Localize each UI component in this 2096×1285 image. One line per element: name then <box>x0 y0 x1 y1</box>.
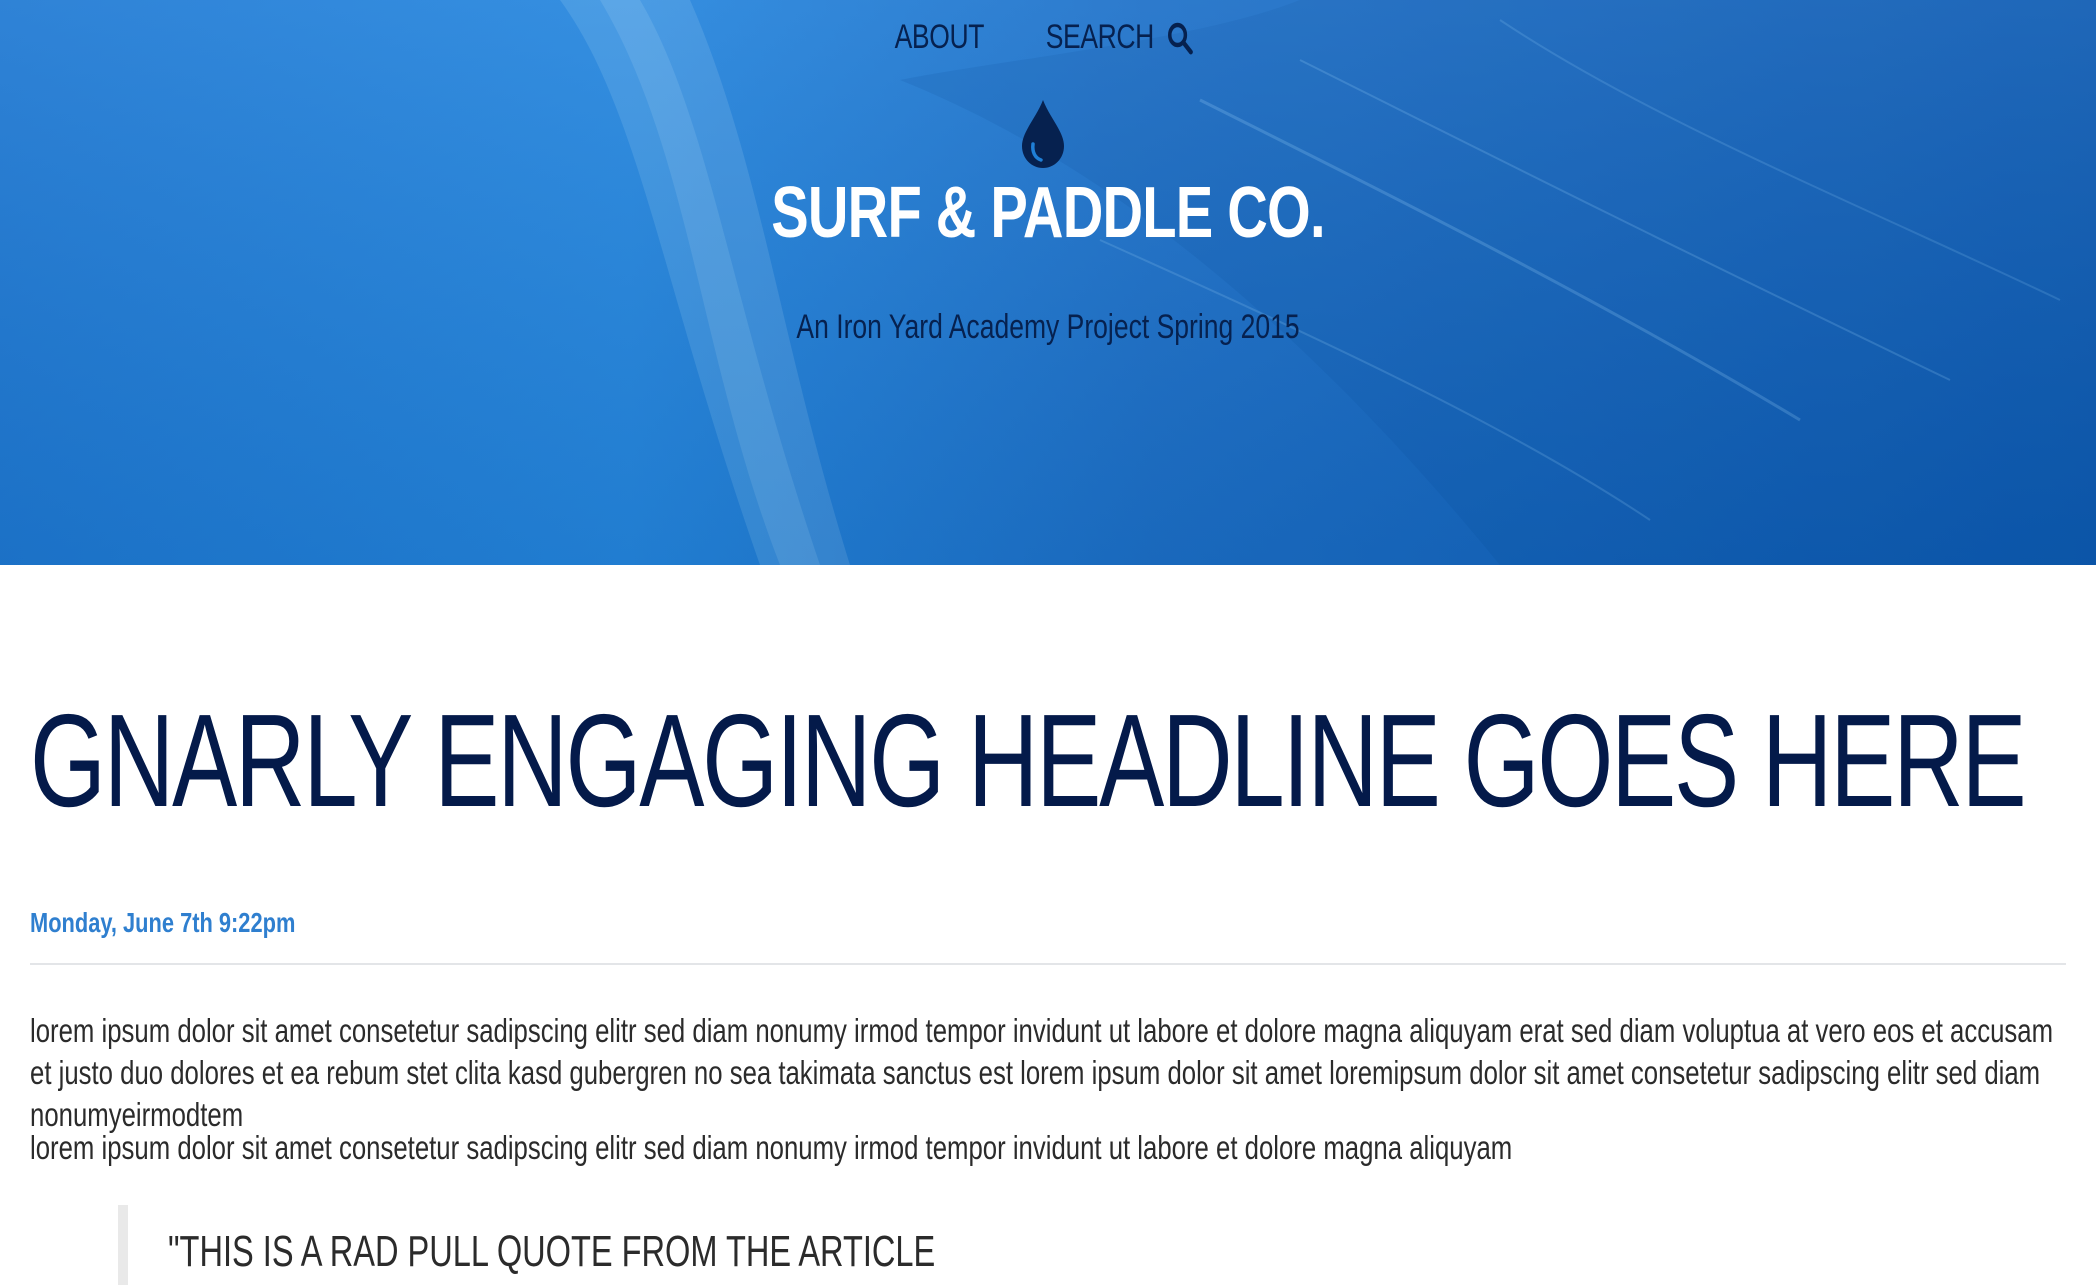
water-drop-icon <box>1022 100 1064 168</box>
nav-search-label: SEARCH <box>1045 18 1155 56</box>
divider <box>30 963 2066 965</box>
brand-title: SURF & PADDLE CO. <box>771 173 1325 253</box>
search-icon <box>1167 22 1193 54</box>
nav-about-label: ABOUT <box>894 18 985 56</box>
pull-quote: "THIS IS A RAD PULL QUOTE FROM THE ARTIC… <box>118 1205 2028 1285</box>
nav-search-link[interactable]: SEARCH <box>1046 18 1193 57</box>
wave-background <box>0 0 2096 565</box>
article-paragraph: lorem ipsum dolor sit amet consetetur sa… <box>30 1129 1513 1166</box>
nav-about-link[interactable]: ABOUT <box>894 18 985 57</box>
article-date: Monday, June 7th 9:22pm <box>30 907 296 938</box>
article-headline: GNARLY ENGAGING HEADLINE GOES HERE <box>30 687 2027 834</box>
brand-tagline: An Iron Yard Academy Project Spring 2015 <box>796 308 1300 346</box>
top-nav: ABOUT SEARCH <box>0 18 2096 57</box>
article-paragraph: lorem ipsum dolor sit amet consetetur sa… <box>30 1012 2054 1133</box>
hero-banner: ABOUT SEARCH SURF & PADDLE CO. An Iron Y… <box>0 0 2096 565</box>
